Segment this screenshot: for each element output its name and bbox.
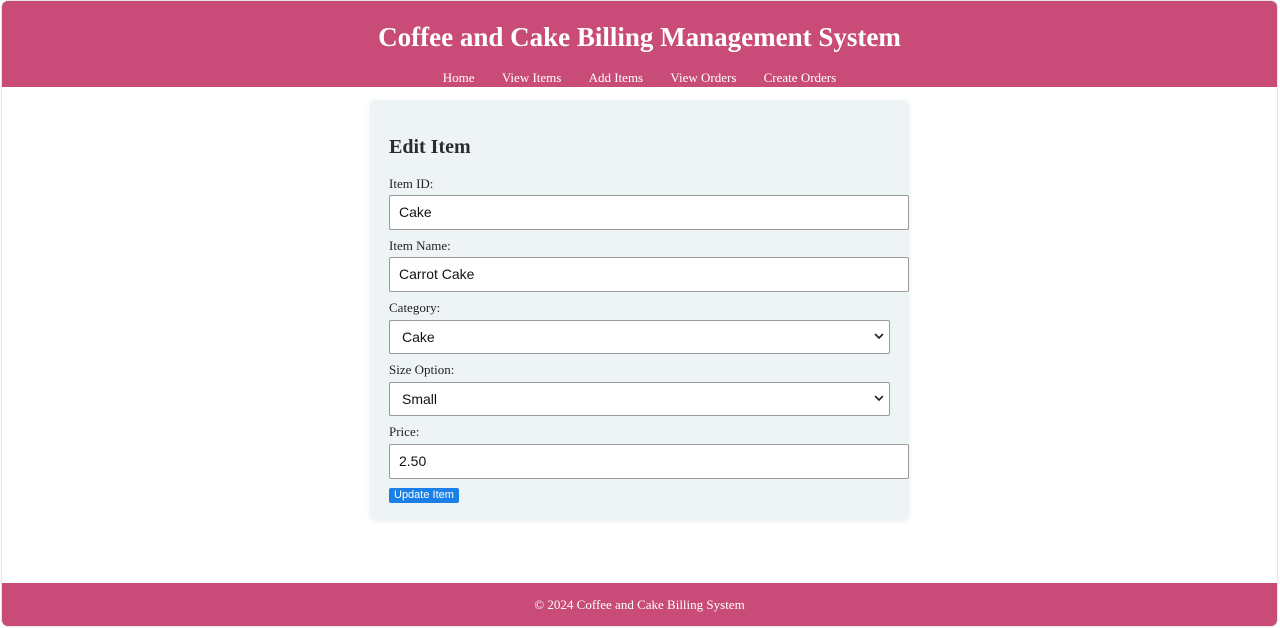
- item-id-input[interactable]: Cake: [389, 195, 909, 230]
- site-header: Coffee and Cake Billing Management Syste…: [2, 1, 1277, 87]
- nav-create-orders[interactable]: Create Orders: [764, 70, 837, 85]
- site-title: Coffee and Cake Billing Management Syste…: [378, 22, 901, 52]
- main-nav: Home View Items Add Items View Orders Cr…: [2, 69, 1277, 87]
- nav-view-items[interactable]: View Items: [502, 70, 562, 85]
- size-option-label: Size Option:: [389, 362, 455, 377]
- item-id-label: Item ID:: [389, 176, 434, 191]
- nav-home[interactable]: Home: [443, 70, 475, 85]
- category-selected-value: Cake: [402, 329, 435, 345]
- chevron-down-icon: [874, 395, 884, 401]
- category-label: Category:: [389, 300, 441, 315]
- nav-add-items[interactable]: Add Items: [589, 70, 644, 85]
- nav-view-orders[interactable]: View Orders: [670, 70, 736, 85]
- price-input[interactable]: 2.50: [389, 444, 909, 479]
- site-footer: © 2024 Coffee and Cake Billing System: [2, 583, 1277, 626]
- size-option-selected-value: Small: [402, 391, 438, 407]
- size-option-select[interactable]: Small: [389, 382, 890, 416]
- price-label: Price:: [389, 424, 420, 439]
- update-item-button[interactable]: Update Item: [389, 488, 459, 503]
- footer-text: © 2024 Coffee and Cake Billing System: [534, 597, 745, 612]
- form-title: Edit Item: [389, 136, 471, 158]
- item-name-label: Item Name:: [389, 238, 451, 253]
- category-select[interactable]: Cake: [389, 320, 890, 354]
- chevron-down-icon: [874, 333, 884, 339]
- item-name-input[interactable]: Carrot Cake: [389, 257, 909, 292]
